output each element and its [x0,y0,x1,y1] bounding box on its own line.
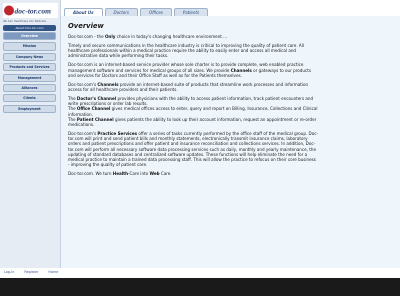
sidebar-item-clients[interactable]: Clients [3,94,56,103]
paragraph-channel-list: The Doctor's Channel provides physicians… [68,96,318,128]
footer-link-register[interactable]: Register [24,270,38,274]
top-strip [61,0,400,6]
sidebar-item-overview[interactable]: Overview [3,32,56,41]
sidebar-item-employment[interactable]: Employment [3,104,56,113]
sidebar-menu: Overview Mission Company News Products a… [3,32,56,115]
paragraph-communications: Timely and secure communications in the … [68,43,304,59]
bottom-bar [0,278,400,296]
tagline: We turn Healthcare into Webcare. [3,20,47,23]
sidebar-item-management[interactable]: Management [3,73,56,82]
footer-links: Log-in Register Home [4,270,58,274]
sidebar-item-alliances[interactable]: Alliances [3,83,56,93]
main-content: Overview Doc-tor.com - the Only choice i… [61,16,400,268]
logo-text: doc-tor.com [15,7,52,16]
paragraph-practice-services: Doc-tor.com's Practice Services offer a … [68,131,318,168]
paragraph-service-provider: Doc-tor.com is an internet-based service… [68,62,311,78]
footer-link-home[interactable]: Home [48,270,58,274]
tab-bar: About Us Doctors Offices Patients [64,8,209,17]
page-title: Overview [68,22,104,30]
footer [0,268,400,278]
sidebar-item-company-news[interactable]: Company News [3,52,56,61]
doctor-logo[interactable]: doc-tor.com [3,3,58,18]
sidebar-header: About Doc-tor.com [3,25,56,31]
footer-link-login[interactable]: Log-in [4,270,14,274]
paragraph-slogan: Doc-tor.com. We turn Health-Care into We… [68,171,172,177]
paragraph-intro: Doc-tor.com - the Only choice in today's… [68,34,228,39]
sidebar-item-mission[interactable]: Mission [3,42,56,51]
sidebar-item-products-and-services[interactable]: Products and Services [3,63,56,72]
sidebar: doc-tor.com We turn Healthcare into Webc… [0,0,61,268]
paragraph-channels: Doc-tor.com's Channels provide an intern… [68,81,309,93]
